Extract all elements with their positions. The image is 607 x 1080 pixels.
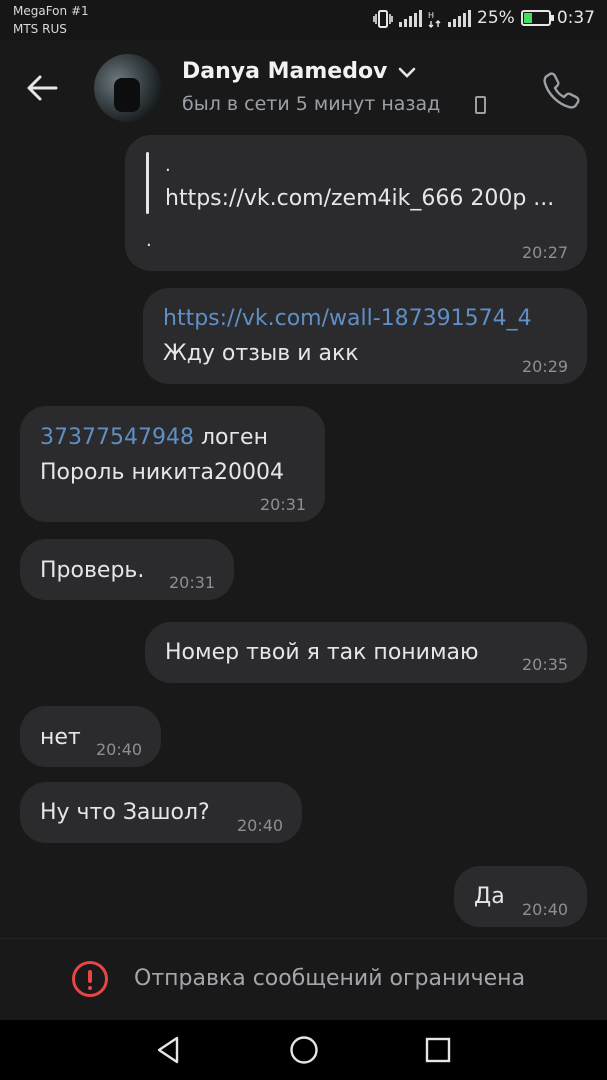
message-time: 20:40 <box>522 900 569 919</box>
message-text: Проверь. <box>40 558 145 583</box>
message-bubble[interactable]: https://vk.com/wall-187391574_4 Жду отзы… <box>143 288 587 384</box>
back-arrow-icon[interactable] <box>22 68 72 108</box>
chevron-down-icon[interactable] <box>398 64 416 83</box>
svg-text:H: H <box>428 11 434 20</box>
message-text: https://vk.com/zem4ik_666 200р ... <box>165 186 555 211</box>
message-text: нет <box>40 725 81 750</box>
battery-charging-icon <box>520 10 554 26</box>
message-bubble[interactable]: нет 20:40 <box>20 706 161 767</box>
message-text: . <box>146 230 152 251</box>
message-text: Пороль никита20004 <box>40 460 284 485</box>
messaging-restricted-bar: Отправка сообщений ограничена <box>0 938 607 1020</box>
message-time: 20:40 <box>237 816 284 835</box>
message-bubble[interactable]: 37377547948 логен Пороль никита20004 20:… <box>20 406 325 522</box>
message-link[interactable]: https://vk.com/wall-187391574_4 <box>163 306 532 331</box>
message-bubble[interactable]: Да 20:40 <box>454 866 587 927</box>
message-text: Да <box>474 884 505 909</box>
message-text: Номер твой я так понимаю <box>165 640 479 665</box>
avatar[interactable] <box>94 54 162 122</box>
message-text-suffix: логен <box>193 425 268 450</box>
signal-icon <box>448 9 472 27</box>
clock: 0:37 <box>556 8 595 28</box>
message-text: 37377547948 логен <box>40 425 268 450</box>
mobile-device-icon <box>475 96 486 114</box>
message-link[interactable]: 37377547948 <box>40 425 194 450</box>
message-list[interactable]: . https://vk.com/zem4ik_666 200р ... . 2… <box>0 135 607 938</box>
battery-percent: 25% <box>477 8 515 28</box>
message-time: 20:40 <box>96 740 143 759</box>
message-time: 20:31 <box>169 573 216 592</box>
system-nav-bar <box>0 1020 607 1080</box>
status-bar: MegaFon #1 MTS RUS H 25% 0:37 <box>0 0 607 40</box>
message-text: Ну что Зашол? <box>40 800 210 825</box>
message-text: Жду отзыв и акк <box>163 341 359 366</box>
contact-status: был в сети 5 минут назад <box>182 93 441 115</box>
nav-recents-icon[interactable] <box>422 1034 454 1066</box>
chat-header: Danya Mamedov был в сети 5 минут назад <box>0 40 607 135</box>
signal-icon <box>399 9 423 27</box>
data-signal-icon: H <box>428 8 442 28</box>
message-bubble[interactable]: Ну что Зашол? 20:40 <box>20 782 302 843</box>
message-time: 20:31 <box>260 495 307 514</box>
nav-back-icon[interactable] <box>153 1034 185 1066</box>
message-time: 20:27 <box>522 243 569 262</box>
vibrate-icon <box>373 8 393 28</box>
contact-name[interactable]: Danya Mamedov <box>182 59 387 84</box>
message-time: 20:29 <box>522 357 569 376</box>
carrier-secondary: MTS RUS <box>13 22 67 36</box>
nav-home-icon[interactable] <box>288 1034 320 1066</box>
message-time: 20:35 <box>522 655 569 674</box>
message-bubble[interactable]: Номер твой я так понимаю 20:35 <box>145 622 587 683</box>
message-bubble[interactable]: Проверь. 20:31 <box>20 539 234 600</box>
quote-bar <box>146 152 149 214</box>
message-text: . <box>165 155 171 176</box>
alert-circle-icon <box>72 961 108 997</box>
carrier-primary: MegaFon #1 <box>13 4 89 18</box>
restriction-text: Отправка сообщений ограничена <box>134 966 526 991</box>
message-bubble[interactable]: . https://vk.com/zem4ik_666 200р ... . 2… <box>125 135 587 271</box>
phone-call-icon[interactable] <box>540 68 584 112</box>
